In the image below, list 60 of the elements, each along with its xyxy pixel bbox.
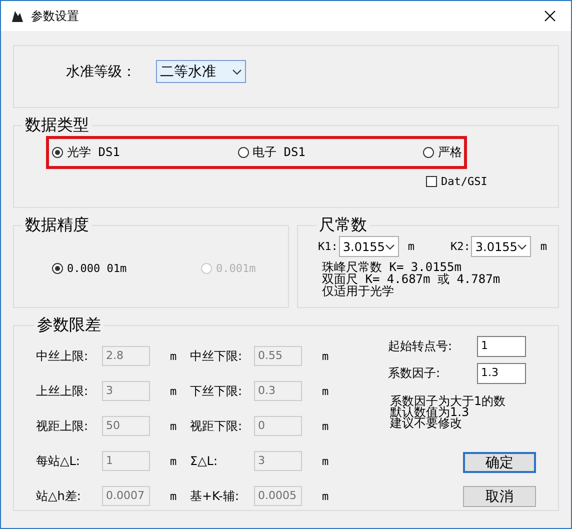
- unit-label: m: [408, 240, 414, 253]
- radio-label: 0.000 01m: [67, 262, 127, 275]
- dialog-button[interactable]: 取消: [463, 486, 536, 507]
- limit-label: 中丝下限:: [190, 348, 244, 364]
- group-title: 数据类型: [24, 116, 90, 134]
- limit-label: 基+K-辅:: [190, 488, 240, 504]
- level-combo-box[interactable]: 二等水准: [156, 60, 246, 83]
- unit-label: m: [322, 454, 330, 468]
- group-title: 尺常数: [318, 216, 368, 234]
- radio-button[interactable]: [52, 147, 63, 158]
- start-point-field[interactable]: 1: [477, 336, 526, 357]
- note-text: 默认数值为1.3: [390, 407, 470, 418]
- k-label: K2:: [450, 240, 470, 253]
- k-label: K1:: [318, 240, 338, 253]
- dialog-button[interactable]: 确定: [463, 452, 536, 473]
- note-text: 建议不要修改: [390, 418, 462, 429]
- note-text: 系数因子为大于1的数: [390, 396, 507, 407]
- unit-label: m: [169, 384, 178, 398]
- chevron-down-icon: [517, 244, 528, 250]
- unit-label: m: [169, 350, 178, 362]
- radio-label: 严格: [438, 144, 462, 161]
- note-text: 仅适用于光学: [322, 285, 395, 297]
- limit-label: 上丝上限:: [36, 382, 90, 400]
- factor-field[interactable]: 1.3: [477, 363, 526, 384]
- limit-label: 每站△L:: [36, 452, 81, 470]
- unit-label: m: [169, 490, 178, 502]
- radio-button[interactable]: [52, 263, 63, 274]
- note-text: 珠峰尺常数 K= 3.0155m: [322, 261, 462, 273]
- radio-label: 0.001m: [216, 262, 256, 275]
- limit-label: 中丝上限:: [36, 348, 90, 364]
- radio-label: 光学 DS1: [67, 144, 120, 161]
- note-text: 双面尺 K= 4.687m 或 4.787m: [322, 273, 502, 285]
- checkbox-label: Dat/GSI: [441, 175, 488, 188]
- unit-label: m: [322, 350, 330, 362]
- start-point-label: 起始转点号:: [388, 338, 454, 355]
- k-combo-box[interactable]: 3.0155: [471, 236, 532, 257]
- k-combo-box[interactable]: 3.0155: [338, 236, 399, 257]
- unit-label: m: [322, 490, 330, 502]
- radio-label: 电子 DS1: [252, 144, 306, 161]
- checkbox[interactable]: [426, 176, 437, 187]
- level-label: 水准等级：: [66, 62, 136, 80]
- unit-label: m: [169, 454, 178, 468]
- unit-label: m: [169, 420, 178, 432]
- radio-button[interactable]: [238, 147, 248, 158]
- unit-label: m: [322, 420, 330, 432]
- limit-label: 站△h差:: [36, 488, 82, 504]
- limit-label: Σ△L:: [190, 454, 219, 468]
- group-title: 数据精度: [24, 216, 90, 234]
- window-title: 参数设置: [31, 8, 80, 24]
- close-icon: [544, 10, 556, 22]
- limit-label: 下丝下限:: [190, 382, 244, 400]
- limit-label: 视距下限:: [190, 418, 244, 434]
- limit-label: 视距上限:: [36, 418, 90, 434]
- unit-label: m: [322, 384, 330, 398]
- group-title: 参数限差: [36, 316, 102, 334]
- factor-label: 系数因子:: [388, 365, 442, 382]
- unit-label: m: [540, 240, 547, 253]
- chevron-down-icon: [232, 68, 242, 74]
- radio-button[interactable]: [423, 147, 434, 158]
- chevron-down-icon: [384, 244, 395, 250]
